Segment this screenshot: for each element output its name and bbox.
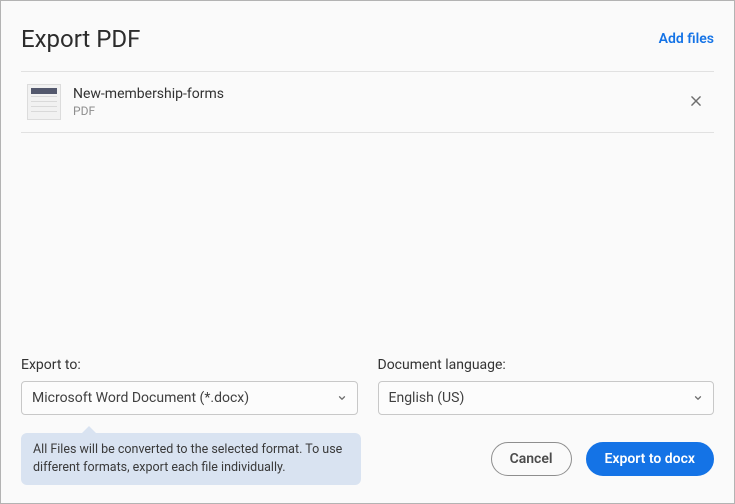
- config-row: Export to: Microsoft Word Document (*.do…: [21, 357, 714, 415]
- file-thumbnail-icon: [27, 84, 61, 120]
- chevron-down-icon: [337, 393, 347, 403]
- export-to-value: Microsoft Word Document (*.docx): [32, 390, 249, 406]
- file-meta: New-membership-forms PDF: [73, 86, 672, 118]
- export-pdf-dialog: Export PDF Add files New-membership-form…: [0, 0, 735, 504]
- export-to-column: Export to: Microsoft Word Document (*.do…: [21, 357, 358, 415]
- chevron-down-icon: [693, 393, 703, 403]
- language-dropdown[interactable]: English (US): [378, 381, 715, 415]
- cancel-button[interactable]: Cancel: [491, 442, 572, 476]
- export-to-dropdown[interactable]: Microsoft Word Document (*.docx): [21, 381, 358, 415]
- export-button[interactable]: Export to docx: [586, 442, 714, 476]
- file-type: PDF: [73, 104, 672, 118]
- file-row: New-membership-forms PDF: [21, 72, 714, 132]
- file-name: New-membership-forms: [73, 86, 672, 102]
- language-column: Document language: English (US): [378, 357, 715, 415]
- export-to-label: Export to:: [21, 357, 358, 373]
- dialog-header: Export PDF Add files: [21, 1, 714, 71]
- add-files-link[interactable]: Add files: [659, 31, 714, 47]
- language-value: English (US): [389, 390, 465, 406]
- file-list: New-membership-forms PDF: [21, 71, 714, 133]
- remove-file-button[interactable]: [684, 90, 708, 114]
- spacer: [21, 133, 714, 357]
- language-label: Document language:: [378, 357, 715, 373]
- dialog-footer: All Files will be converted to the selec…: [21, 425, 714, 503]
- dialog-title: Export PDF: [21, 25, 140, 53]
- close-icon: [689, 93, 703, 112]
- format-hint-tooltip: All Files will be converted to the selec…: [21, 433, 361, 485]
